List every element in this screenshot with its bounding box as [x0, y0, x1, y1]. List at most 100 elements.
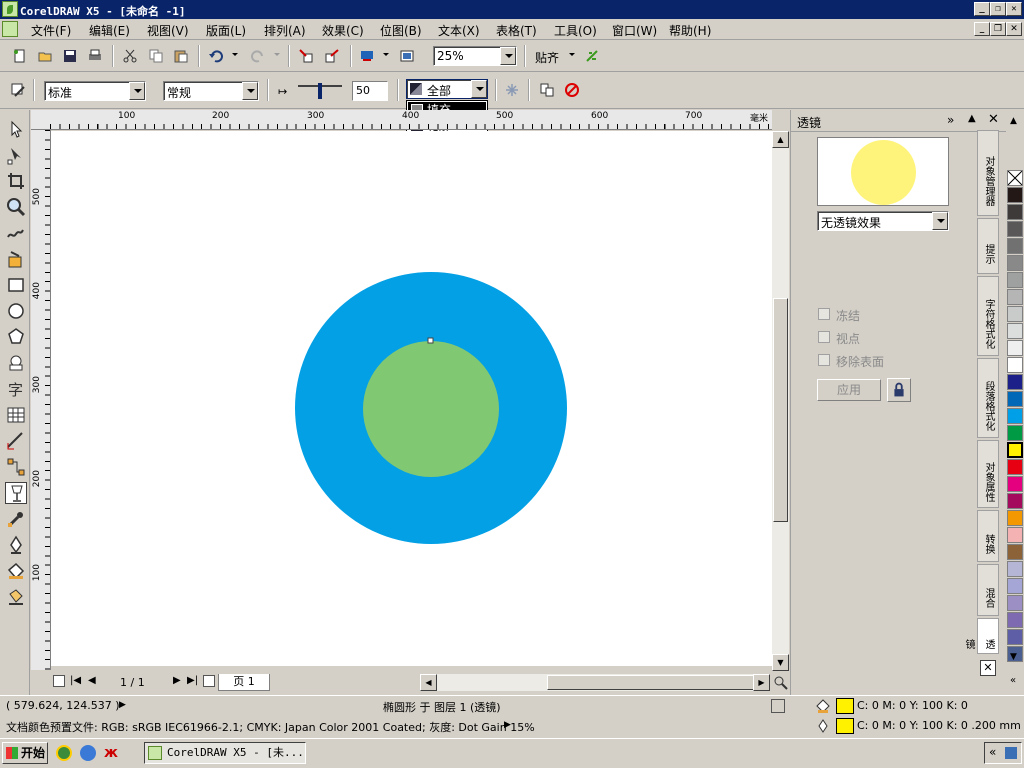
- chevron-down-icon[interactable]: [242, 82, 258, 100]
- crop-tool[interactable]: [5, 170, 27, 192]
- merge-mode-combo[interactable]: 常规: [163, 81, 259, 101]
- chevron-down-icon[interactable]: [932, 212, 948, 230]
- palette-swatch[interactable]: [1007, 204, 1023, 220]
- chevron-down-icon[interactable]: [129, 82, 145, 100]
- palette-swatch[interactable]: [1007, 374, 1023, 390]
- navigator-button[interactable]: [772, 674, 789, 691]
- connector-tool[interactable]: [5, 456, 27, 478]
- cut-button[interactable]: [120, 46, 140, 66]
- palette-scroll-down-icon[interactable]: ▼: [1010, 652, 1017, 662]
- fill-tool[interactable]: [5, 560, 27, 582]
- doc-close-button[interactable]: ✕: [1006, 22, 1022, 36]
- taskbar-coreldraw-button[interactable]: CorelDRAW X5 - [未...: [144, 742, 306, 764]
- tab-transform[interactable]: 转换: [977, 510, 999, 562]
- snap-to-label[interactable]: 贴齐: [535, 49, 559, 66]
- color-proof-icon[interactable]: [771, 699, 785, 713]
- palette-swatch[interactable]: [1007, 391, 1023, 407]
- scroll-up-button[interactable]: ▲: [772, 131, 789, 148]
- close-docker-icon[interactable]: ✕: [988, 112, 999, 127]
- next-page-icon[interactable]: ▶: [173, 675, 181, 686]
- zoom-tool[interactable]: [5, 196, 27, 218]
- close-tab-icon[interactable]: ✕: [980, 660, 996, 676]
- polygon-tool[interactable]: [5, 326, 27, 348]
- palette-swatch[interactable]: [1007, 544, 1023, 560]
- slider-thumb[interactable]: [318, 83, 322, 99]
- palette-swatch[interactable]: [1007, 425, 1023, 441]
- close-button[interactable]: ✕: [1006, 2, 1022, 16]
- collapse-docker-icon[interactable]: ▲: [968, 113, 976, 124]
- palette-swatch[interactable]: [1007, 306, 1023, 322]
- menu-arrange[interactable]: 排列(A): [264, 22, 306, 39]
- palette-swatch[interactable]: [1007, 578, 1023, 594]
- palette-swatch[interactable]: [1007, 323, 1023, 339]
- menu-help[interactable]: 帮助(H): [669, 22, 711, 39]
- lock-button[interactable]: [887, 378, 911, 402]
- add-page-before-icon[interactable]: [53, 675, 65, 687]
- freeze-button[interactable]: [502, 80, 522, 100]
- redo-dropdown-icon[interactable]: [274, 53, 280, 56]
- copy-button[interactable]: [146, 46, 166, 66]
- transparency-tool[interactable]: [5, 482, 27, 504]
- tab-blend[interactable]: 混合: [977, 564, 999, 616]
- options-button[interactable]: [582, 46, 602, 66]
- launcher-dropdown-icon[interactable]: [383, 53, 389, 56]
- undo-button[interactable]: [206, 46, 226, 66]
- transparency-handle[interactable]: [427, 337, 434, 344]
- palette-swatch[interactable]: [1007, 595, 1023, 611]
- status-expand-icon[interactable]: ▶: [119, 700, 126, 710]
- open-button[interactable]: [35, 46, 55, 66]
- welcome-screen-button[interactable]: [397, 46, 417, 66]
- doc-minimize-button[interactable]: _: [974, 22, 990, 36]
- ruler-horizontal[interactable]: 100 200 300 400 500 600 700 毫米: [50, 110, 772, 130]
- fill-color-swatch[interactable]: [836, 698, 854, 714]
- zoom-level-combo[interactable]: 25%: [433, 46, 517, 66]
- menu-tools[interactable]: 工具(O): [554, 22, 597, 39]
- menu-text[interactable]: 文本(X): [438, 22, 480, 39]
- opacity-slider[interactable]: [296, 83, 344, 99]
- menu-file[interactable]: 文件(F): [31, 22, 71, 39]
- palette-swatch[interactable]: [1007, 459, 1023, 475]
- pinned-app-icon[interactable]: ж: [104, 745, 120, 761]
- pick-tool[interactable]: [5, 118, 27, 140]
- menu-view[interactable]: 视图(V): [147, 22, 189, 39]
- first-page-icon[interactable]: |◀: [70, 675, 81, 686]
- scroll-down-button[interactable]: ▼: [772, 654, 789, 671]
- menu-edit[interactable]: 编辑(E): [89, 22, 130, 39]
- menu-table[interactable]: 表格(T): [496, 22, 537, 39]
- redo-button[interactable]: [248, 46, 268, 66]
- palette-swatch[interactable]: [1007, 493, 1023, 509]
- transparency-target-combo[interactable]: 全部: [406, 79, 488, 99]
- lens-type-combo[interactable]: 无透镜效果: [817, 211, 949, 231]
- palette-swatch[interactable]: [1007, 612, 1023, 628]
- palette-swatch[interactable]: [1007, 561, 1023, 577]
- import-button[interactable]: [296, 46, 316, 66]
- expand-docker-icon[interactable]: »: [947, 113, 954, 127]
- add-page-after-icon[interactable]: [203, 675, 215, 687]
- show-hidden-icons-icon[interactable]: «: [989, 745, 996, 759]
- chevron-down-icon[interactable]: [471, 80, 487, 98]
- basic-shapes-tool[interactable]: [5, 352, 27, 374]
- palette-expand-icon[interactable]: «: [1010, 675, 1016, 686]
- palette-swatch[interactable]: [1007, 289, 1023, 305]
- eyedropper-tool[interactable]: [5, 508, 27, 530]
- minimize-button[interactable]: _: [974, 2, 990, 16]
- palette-scroll-up-icon[interactable]: ▲: [1010, 116, 1017, 126]
- tab-object-manager[interactable]: 对象管理器: [977, 130, 999, 216]
- interactive-fill-tool[interactable]: [5, 586, 27, 608]
- text-tool[interactable]: 字: [5, 378, 27, 400]
- tab-hints[interactable]: 提示: [977, 218, 999, 274]
- palette-swatch[interactable]: [1007, 255, 1023, 271]
- inner-circle[interactable]: [363, 341, 499, 477]
- paste-button[interactable]: [171, 46, 191, 66]
- outline-pen-tool[interactable]: [5, 534, 27, 556]
- palette-swatch[interactable]: [1007, 340, 1023, 356]
- last-page-icon[interactable]: ▶|: [187, 675, 198, 686]
- page-tab[interactable]: 页 1: [218, 674, 270, 691]
- tab-object-properties[interactable]: 对象属性: [977, 440, 999, 508]
- document-icon[interactable]: [2, 21, 18, 37]
- ruler-origin[interactable]: [31, 110, 51, 130]
- viewpoint-checkbox[interactable]: [818, 331, 830, 343]
- freeze-checkbox[interactable]: [818, 308, 830, 320]
- palette-swatch[interactable]: [1007, 476, 1023, 492]
- network-tray-icon[interactable]: [1005, 747, 1017, 759]
